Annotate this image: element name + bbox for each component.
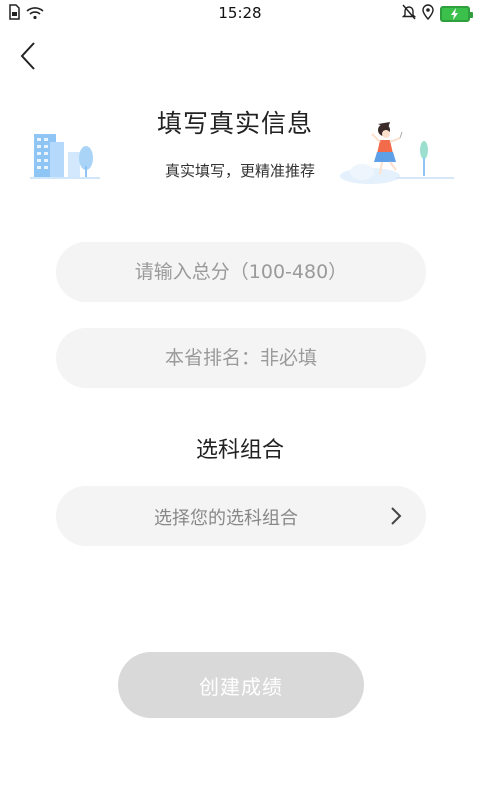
create-score-button[interactable]: 创建成绩 [118, 652, 364, 718]
subject-combination-select[interactable]: 选择您的选科组合 [56, 486, 426, 546]
subject-combination-label: 选科组合 [195, 438, 284, 463]
chevron-right-icon [391, 507, 402, 525]
mute-bell-icon [401, 4, 417, 24]
subject-select-placeholder: 选择您的选科组合 [154, 508, 298, 529]
back-button[interactable] [14, 40, 42, 72]
status-bar: 15:28 [0, 0, 480, 26]
status-right [401, 4, 473, 24]
province-rank-field[interactable] [56, 328, 426, 388]
girl-jumping-illustration [336, 120, 454, 184]
location-icon [422, 4, 434, 24]
total-score-input[interactable] [56, 261, 426, 283]
battery-icon [440, 6, 473, 22]
total-score-field[interactable] [56, 242, 426, 302]
back-chevron-icon [20, 42, 35, 70]
province-rank-input[interactable] [56, 347, 426, 369]
